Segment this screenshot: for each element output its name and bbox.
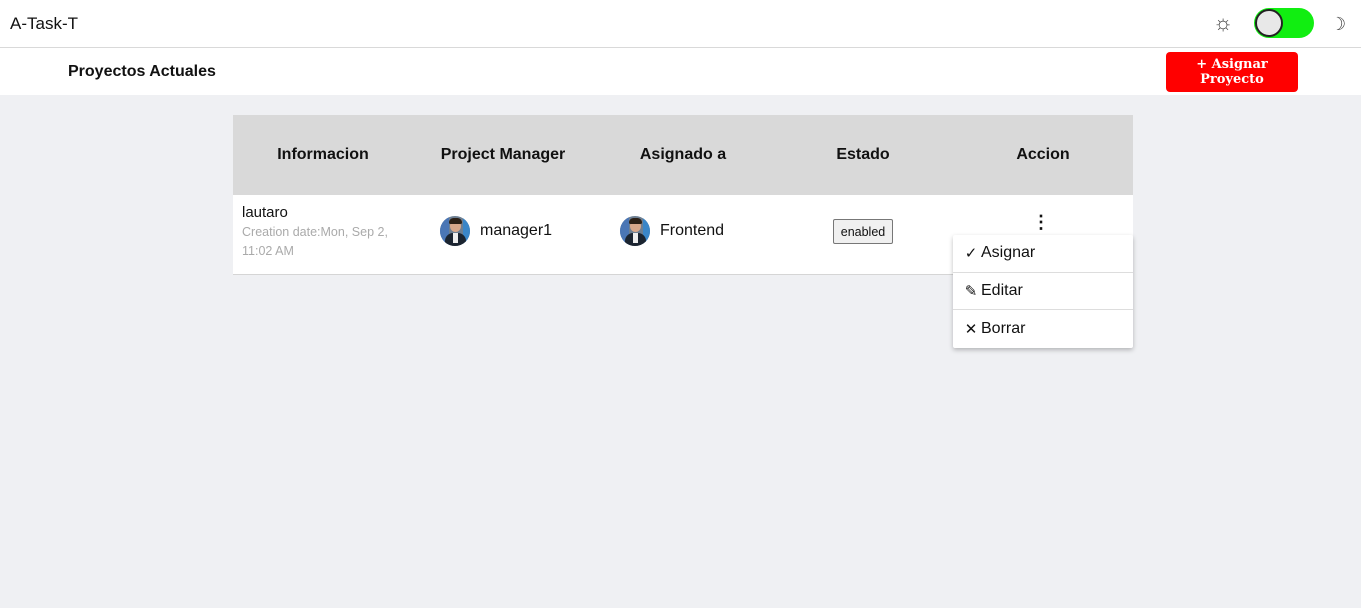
menu-item-label: Editar — [981, 281, 1023, 299]
column-header-asignado-a: Asignado a — [639, 146, 727, 163]
action-menu-icon[interactable]: ⋮ — [1032, 213, 1050, 235]
toggle-knob[interactable] — [1255, 9, 1283, 37]
column-header-accion: Accion — [1016, 146, 1070, 163]
assign-project-button[interactable]: + Asignar Proyecto — [1166, 52, 1298, 92]
assignee-avatar — [620, 216, 650, 246]
manager-avatar — [440, 216, 470, 246]
project-name: lautaro — [242, 204, 288, 221]
top-navbar: A-Task-T ☼ ☽ — [0, 0, 1361, 48]
page-header: Proyectos Actuales + Asignar Proyecto — [0, 48, 1361, 95]
column-header-informacion: Informacion — [277, 146, 369, 163]
status-badge: enabled — [833, 219, 893, 244]
menu-item-borrar[interactable]: ✕ Borrar — [953, 310, 1133, 348]
table-header: Informacion Project Manager Asignado a E… — [233, 115, 1133, 195]
moon-icon: ☽ — [1330, 14, 1347, 34]
menu-item-label: Borrar — [981, 319, 1026, 337]
menu-item-editar[interactable]: ✎ Editar — [953, 273, 1133, 310]
menu-item-label: Asignar — [981, 244, 1036, 262]
app-title[interactable]: A-Task-T — [10, 14, 78, 34]
assignee-name: Frontend — [660, 222, 725, 239]
page-title: Proyectos Actuales — [68, 63, 216, 80]
action-dropdown-menu: ✓ Asignar ✎ Editar ✕ Borrar — [953, 235, 1133, 348]
column-header-estado: Estado — [836, 146, 890, 163]
column-header-project-manager: Project Manager — [440, 146, 566, 163]
manager-name: manager1 — [480, 222, 553, 239]
check-icon: ✓ — [964, 245, 978, 263]
theme-toggle[interactable] — [1254, 8, 1314, 38]
pencil-icon: ✎ — [964, 282, 978, 300]
sun-icon: ☼ — [1213, 10, 1234, 35]
close-icon: ✕ — [964, 320, 978, 338]
creation-date: Creation date:Mon, Sep 2, 11:02 AM — [242, 225, 388, 258]
menu-item-asignar[interactable]: ✓ Asignar — [953, 235, 1133, 273]
